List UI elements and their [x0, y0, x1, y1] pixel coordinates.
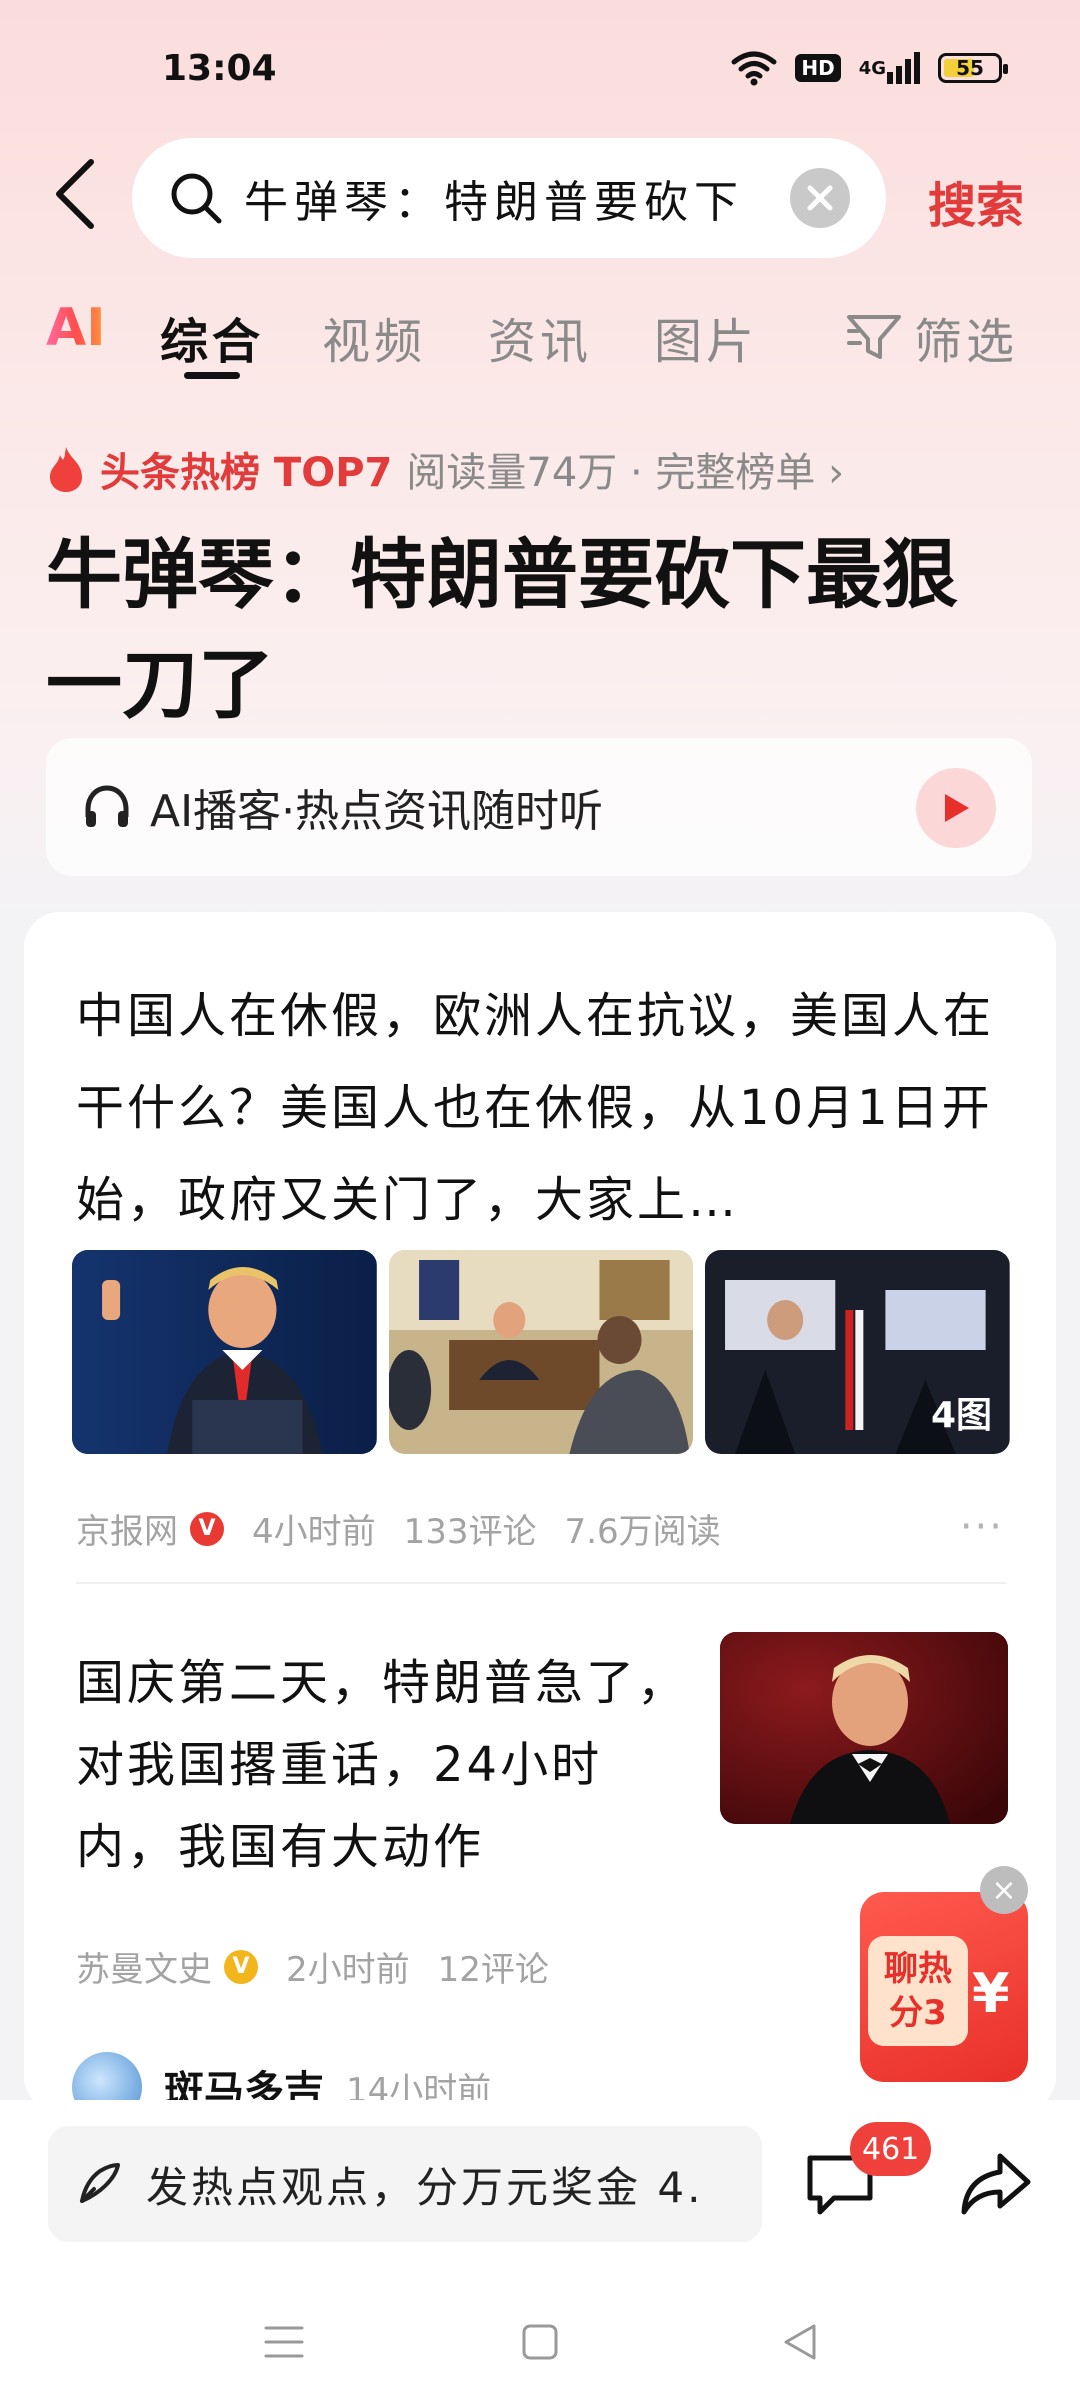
tab-video[interactable]: 视频	[322, 302, 426, 372]
headline[interactable]: 牛弹琴：特朗普要砍下最狠一刀了	[46, 520, 1006, 740]
filter-icon	[847, 315, 901, 359]
article-title[interactable]: 中国人在休假，欧洲人在抗议，美国人在干什么？美国人也在休假，从10月1日开始，政…	[76, 970, 1006, 1246]
status-time: 13:04	[162, 48, 277, 89]
verified-badge-icon: V	[190, 1511, 224, 1546]
thumbnail-image[interactable]	[388, 1250, 694, 1454]
play-icon	[945, 794, 969, 822]
play-button[interactable]	[916, 768, 996, 848]
hot-rank-row[interactable]: 头条热榜 TOP7 阅读量74万 · 完整榜单 ›	[46, 440, 844, 498]
close-red-packet-button[interactable]: ×	[980, 1866, 1028, 1914]
comment-count-badge: 461	[850, 2122, 932, 2176]
chevron-left-icon	[56, 159, 94, 229]
article-meta: 京报网 V 4小时前 133评论 7.6万阅读	[76, 1504, 721, 1553]
pen-icon	[80, 2163, 120, 2203]
article-source[interactable]: 苏曼文史	[76, 1942, 212, 1991]
system-nav-bar	[0, 2280, 1080, 2400]
red-packet-line2: 分3	[889, 1993, 947, 2033]
article-time: 4小时前	[252, 1512, 376, 1552]
filter-button[interactable]: 筛选	[846, 302, 1018, 372]
article-source[interactable]: 京报网	[76, 1504, 178, 1553]
article-reads: 7.6万阅读	[564, 1512, 721, 1552]
category-tabs: AI 综合 视频 资讯 图片 筛选	[0, 290, 1080, 380]
more-options-button[interactable]: ···	[960, 1504, 1004, 1550]
image-count: 4图	[930, 1395, 993, 1436]
comment-input[interactable]: 发热点观点，分万元奖金 4.	[48, 2126, 762, 2242]
share-icon	[961, 2153, 1031, 2215]
battery-level: 55	[956, 56, 984, 80]
share-button[interactable]	[956, 2144, 1036, 2224]
tab-ai[interactable]: AI	[46, 298, 106, 358]
headphones-icon	[85, 785, 129, 827]
oval-office-photo	[388, 1250, 694, 1454]
hot-rank-meta[interactable]: 阅读量74万 · 完整榜单 ›	[406, 440, 844, 498]
back-triangle-icon	[784, 2324, 816, 2360]
search-query: 牛弹琴：特朗普要砍下	[244, 177, 744, 228]
red-packet-label: 聊热 分3	[868, 1936, 968, 2046]
podium-speaker-photo	[72, 1250, 377, 1454]
thumbnail-image[interactable]	[72, 1250, 377, 1454]
search-icon	[171, 173, 222, 224]
red-packet-line1: 聊热	[884, 1949, 952, 1989]
article-comments: 133评论	[403, 1512, 537, 1552]
tuxedo-portrait-photo	[720, 1632, 1008, 1824]
article-time: 2小时前	[286, 1950, 410, 1990]
home-square-icon	[522, 2324, 558, 2360]
back-button[interactable]	[40, 154, 110, 234]
flame-icon	[50, 447, 82, 492]
network-label: 4G	[858, 57, 886, 79]
thumbnail-image[interactable]: 4图	[705, 1250, 1011, 1454]
article-thumbnails[interactable]: 4图	[72, 1250, 1011, 1454]
hd-badge: HD	[795, 54, 841, 82]
tab-news[interactable]: 资讯	[488, 302, 592, 372]
active-tab-indicator	[184, 372, 240, 379]
menu-icon	[264, 2326, 304, 2358]
ai-podcast-bar[interactable]: AI播客·热点资讯随时听	[46, 738, 1032, 876]
article-meta: 苏曼文史 V 2小时前 12评论	[76, 1942, 549, 1991]
wifi-icon	[731, 50, 777, 86]
hot-rank-label: 头条热榜 TOP7	[100, 450, 393, 496]
tab-images[interactable]: 图片	[654, 302, 758, 372]
clear-search-button[interactable]	[790, 168, 850, 228]
search-input[interactable]: 牛弹琴：特朗普要砍下	[132, 138, 886, 258]
verified-badge-icon: V	[224, 1949, 258, 1984]
status-bar: 13:04 HD 4G 55	[0, 0, 1080, 140]
filter-label: 筛选	[914, 314, 1019, 370]
red-packet-widget[interactable]: 聊热 分3 ¥ ×	[860, 1866, 1028, 2082]
status-icons: HD 4G 55	[731, 50, 1008, 86]
podcast-label: AI播客·热点资讯随时听	[150, 786, 604, 837]
bottom-action-bar: 发热点观点，分万元奖金 4. 461	[0, 2100, 1080, 2280]
comment-placeholder: 发热点观点，分万元奖金 4.	[146, 2162, 704, 2212]
home-nav-button[interactable]	[510, 2312, 570, 2372]
thumbnail-image[interactable]	[720, 1632, 1008, 1824]
tab-all[interactable]: 综合	[160, 302, 264, 372]
close-icon	[807, 185, 833, 211]
signal-icon: 4G	[859, 52, 920, 84]
divider	[76, 1582, 1006, 1584]
battery-icon: 55	[938, 53, 1008, 83]
back-nav-button[interactable]	[770, 2312, 830, 2372]
search-header: 牛弹琴：特朗普要砍下 搜索	[0, 132, 1080, 262]
article-comments: 12评论	[437, 1950, 549, 1990]
yen-icon: ¥	[972, 1962, 1010, 2025]
menu-nav-button[interactable]	[254, 2312, 314, 2372]
search-submit-button[interactable]: 搜索	[928, 166, 1024, 236]
article-title[interactable]: 国庆第二天，特朗普急了，对我国撂重话，24小时内，我国有大动作	[76, 1642, 696, 1888]
